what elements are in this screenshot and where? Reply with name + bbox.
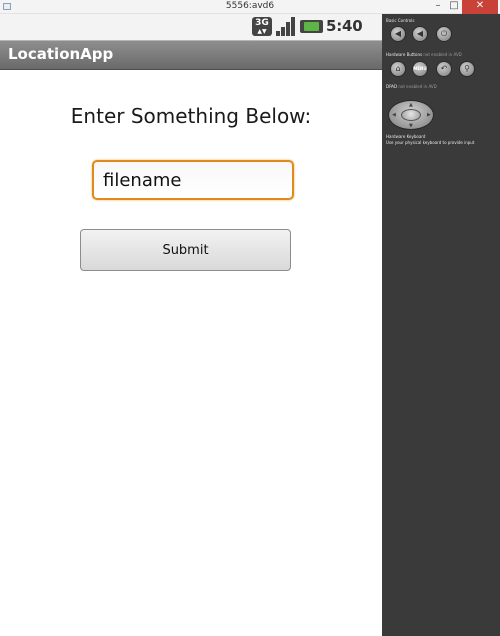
- close-button[interactable]: ✕: [462, 0, 498, 14]
- clock-time: 5:40: [326, 17, 363, 35]
- dpad-center-button[interactable]: [401, 109, 421, 121]
- back-icon[interactable]: ↶: [436, 61, 452, 77]
- network-type-label: 3G: [255, 18, 269, 28]
- signal-strength-icon: [276, 17, 296, 36]
- hardware-keyboard-note: Use your physical keyboard to provide in…: [386, 140, 475, 145]
- hardware-buttons-label: Hardware Buttons not enabled in AVD: [386, 52, 462, 57]
- dpad-down-icon[interactable]: ▼: [409, 123, 413, 129]
- app-title: LocationApp: [8, 45, 114, 63]
- dpad-control[interactable]: ▲ ▼ ◀ ▶: [388, 100, 434, 130]
- dpad-right-icon[interactable]: ▶: [427, 112, 431, 118]
- power-icon[interactable]: ⏻: [436, 26, 452, 42]
- dpad-note: not enabled in AVD: [398, 84, 437, 89]
- volume-up-icon[interactable]: ◀: [412, 26, 428, 42]
- search-icon[interactable]: ⚲: [459, 61, 475, 77]
- battery-icon: [300, 20, 323, 33]
- window-title-bar[interactable]: 5556:avd6 – □ ✕: [0, 0, 500, 14]
- basic-controls-label: Basic Controls: [386, 18, 415, 23]
- dpad-label: DPAD not enabled in AVD: [386, 84, 437, 89]
- emulator-controls-panel: Basic Controls ◀ ◀ ⏻ Hardware Buttons no…: [382, 14, 500, 636]
- network-3g-icon: 3G ▲▼: [252, 17, 272, 36]
- window-title: 5556:avd6: [225, 1, 275, 11]
- prompt-label: Enter Something Below:: [70, 104, 312, 128]
- volume-down-icon[interactable]: ◀: [390, 26, 406, 42]
- dpad-up-icon[interactable]: ▲: [409, 102, 413, 108]
- action-bar: LocationApp: [0, 40, 382, 70]
- menu-button[interactable]: MENU: [412, 61, 428, 77]
- home-icon[interactable]: ⌂: [390, 61, 406, 77]
- hardware-buttons-note: not enabled in AVD: [423, 52, 462, 57]
- hardware-buttons-title: Hardware Buttons: [386, 52, 423, 57]
- submit-button[interactable]: Submit: [80, 229, 291, 271]
- status-bar: 3G ▲▼ 5:40 PM: [0, 14, 382, 52]
- maximize-button[interactable]: □: [446, 0, 462, 14]
- device-screen: 3G ▲▼ 5:40 PM LocationApp Enter Somethin…: [0, 14, 382, 636]
- hardware-keyboard-label: Hardware Keyboard: [386, 134, 426, 139]
- minimize-button[interactable]: –: [430, 0, 446, 14]
- dpad-left-icon[interactable]: ◀: [392, 112, 396, 118]
- dpad-title: DPAD: [386, 84, 398, 89]
- main-content: Enter Something Below: Submit: [0, 70, 382, 636]
- text-input-field[interactable]: [92, 160, 294, 200]
